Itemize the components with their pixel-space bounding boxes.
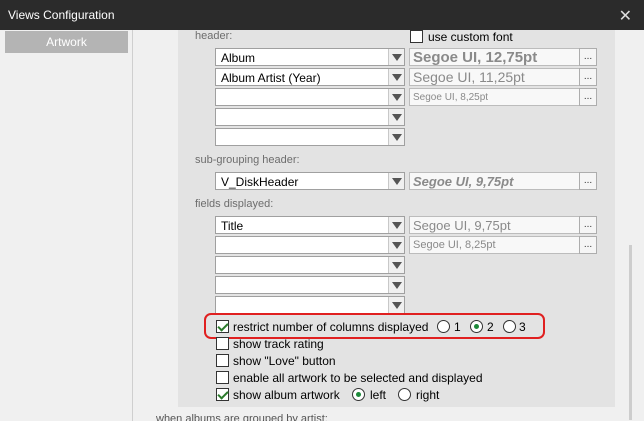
- scrollbar-thumb[interactable]: [629, 245, 632, 420]
- header-field-combo-5[interactable]: [215, 128, 405, 146]
- albums-grouped-label: when albums are grouped by artist:: [156, 413, 328, 421]
- artwork-left-radio[interactable]: [352, 388, 365, 401]
- header-font-1-button[interactable]: ...: [579, 48, 597, 66]
- field-combo-2[interactable]: [215, 236, 405, 254]
- subgroup-label: sub-grouping header:: [195, 154, 300, 166]
- chevron-down-icon[interactable]: [388, 217, 404, 233]
- title-bar: Views Configuration ✕: [0, 0, 644, 30]
- show-love-button-label: show "Love" button: [233, 354, 336, 368]
- use-custom-font-label: use custom font: [428, 30, 513, 44]
- use-custom-font-checkbox[interactable]: [410, 30, 423, 43]
- close-icon[interactable]: ✕: [619, 6, 632, 26]
- chevron-down-icon[interactable]: [388, 257, 404, 273]
- show-love-button-checkbox[interactable]: [216, 354, 229, 367]
- show-album-artwork-checkbox[interactable]: [216, 388, 229, 401]
- subgroup-font-button[interactable]: ...: [579, 172, 597, 190]
- highlight-annotation: [204, 313, 545, 339]
- field-font-1: Segoe UI, 9,75pt: [409, 216, 581, 234]
- field-combo-1[interactable]: Title: [215, 216, 405, 234]
- font-value: Segoe UI, 8,25pt: [413, 239, 496, 251]
- field-combo-3[interactable]: [215, 256, 405, 274]
- header-field-combo-1[interactable]: Album: [215, 48, 405, 66]
- enable-all-artwork-checkbox[interactable]: [216, 371, 229, 384]
- font-value: Segoe UI, 11,25pt: [413, 69, 525, 85]
- chevron-down-icon[interactable]: [388, 69, 404, 85]
- field-combo-4[interactable]: [215, 276, 405, 294]
- font-value: Segoe UI, 9,75pt: [413, 218, 511, 233]
- font-value: Segoe UI, 9,75pt: [413, 174, 514, 189]
- chevron-down-icon[interactable]: [388, 109, 404, 125]
- show-track-rating-label: show track rating: [233, 337, 324, 351]
- header-font-2: Segoe UI, 11,25pt: [409, 68, 581, 86]
- combo-value: Album: [221, 51, 256, 65]
- header-font-2-button[interactable]: ...: [579, 68, 597, 86]
- header-field-combo-4[interactable]: [215, 108, 405, 126]
- subgroup-font: Segoe UI, 9,75pt: [409, 172, 581, 190]
- header-field-combo-2[interactable]: Album Artist (Year): [215, 68, 405, 86]
- sidebar-item-artwork[interactable]: Artwork: [5, 31, 128, 53]
- chevron-down-icon[interactable]: [388, 237, 404, 253]
- chevron-down-icon[interactable]: [388, 89, 404, 105]
- chevron-down-icon[interactable]: [388, 297, 404, 313]
- artwork-right-radio[interactable]: [398, 388, 411, 401]
- window-title: Views Configuration: [8, 8, 115, 22]
- field-combo-5[interactable]: [215, 296, 405, 314]
- show-track-rating-checkbox[interactable]: [216, 337, 229, 350]
- chevron-down-icon[interactable]: [388, 129, 404, 145]
- field-font-2: Segoe UI, 8,25pt: [409, 236, 581, 254]
- font-value: Segoe UI, 12,75pt: [413, 49, 538, 66]
- chevron-down-icon[interactable]: [388, 173, 404, 189]
- enable-all-artwork-label: enable all artwork to be selected and di…: [233, 371, 483, 385]
- artwork-left-label: left: [370, 388, 387, 402]
- header-font-1: Segoe UI, 12,75pt: [409, 48, 581, 66]
- combo-value: V_DiskHeader: [221, 175, 299, 189]
- sidebar: Artwork: [0, 30, 133, 421]
- header-field-combo-3[interactable]: [215, 88, 405, 106]
- field-font-1-button[interactable]: ...: [579, 216, 597, 234]
- header-label: header:: [195, 30, 233, 42]
- chevron-down-icon[interactable]: [388, 277, 404, 293]
- scrollbar[interactable]: [622, 30, 644, 421]
- font-value: Segoe UI, 8,25pt: [413, 92, 489, 103]
- subgroup-combo[interactable]: V_DiskHeader: [215, 172, 405, 190]
- header-font-3-button[interactable]: ...: [579, 88, 597, 106]
- header-font-3: Segoe UI, 8,25pt: [409, 88, 581, 106]
- fields-label: fields displayed:: [195, 198, 274, 210]
- artwork-right-label: right: [416, 388, 440, 402]
- field-font-2-button[interactable]: ...: [579, 236, 597, 254]
- show-album-artwork-label: show album artwork: [233, 388, 340, 402]
- combo-value: Album Artist (Year): [221, 71, 321, 85]
- combo-value: Title: [221, 219, 244, 233]
- chevron-down-icon[interactable]: [388, 49, 404, 65]
